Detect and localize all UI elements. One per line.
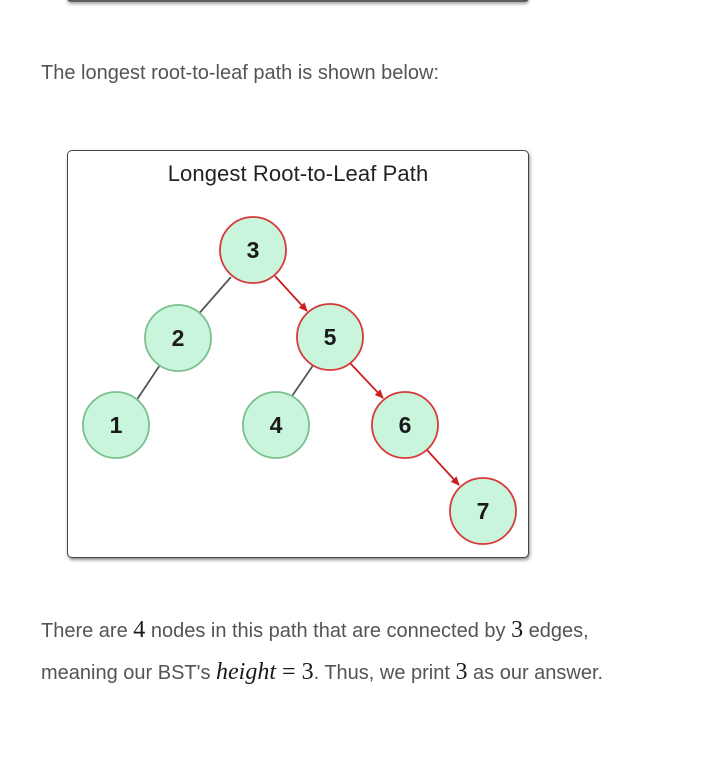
node-label: 3 bbox=[247, 237, 260, 263]
node-label: 6 bbox=[399, 412, 412, 438]
tree-node-1: 1 bbox=[82, 391, 150, 459]
node-label: 1 bbox=[110, 412, 123, 438]
node-label: 2 bbox=[172, 325, 185, 351]
intro-text: The longest root-to-leaf path is shown b… bbox=[41, 62, 439, 84]
explanation-line-2: meaning our BST's height = 3. Thus, we p… bbox=[41, 659, 603, 686]
edge-3-2 bbox=[195, 276, 232, 318]
tree-node-2: 2 bbox=[144, 304, 212, 372]
edge-5-4 bbox=[289, 363, 315, 400]
edge-3-5 bbox=[274, 275, 308, 312]
tree-node-5: 5 bbox=[296, 303, 364, 371]
tree-node-6: 6 bbox=[371, 391, 439, 459]
edge-2-1 bbox=[133, 364, 161, 405]
tree-diagram: 3 2 5 1 4 6 7 bbox=[82, 216, 517, 545]
math-edges-count: 3 bbox=[511, 617, 524, 643]
math-height-variable: height bbox=[216, 659, 277, 685]
math-height-value: 3 bbox=[301, 659, 314, 685]
text-span: edges, bbox=[523, 620, 589, 642]
node-label: 7 bbox=[477, 498, 490, 524]
node-label: 5 bbox=[324, 324, 337, 350]
tree-node-7: 7 bbox=[449, 477, 517, 545]
tree-figure: Longest Root-to-Leaf Path 3 2 5 1 4 6 7 bbox=[67, 150, 529, 558]
explanation-line-1: There are 4 nodes in this path that are … bbox=[41, 617, 589, 644]
edge-6-7 bbox=[426, 449, 460, 486]
node-label: 4 bbox=[270, 412, 283, 438]
text-span: There are bbox=[41, 620, 134, 642]
tree-node-3: 3 bbox=[219, 216, 287, 284]
math-equals: = bbox=[276, 659, 302, 685]
text-span: as our answer. bbox=[467, 662, 604, 684]
math-nodes-count: 4 bbox=[133, 617, 146, 643]
tree-node-4: 4 bbox=[242, 391, 310, 459]
math-answer: 3 bbox=[455, 659, 468, 685]
text-span: meaning our BST's bbox=[41, 662, 217, 684]
previous-figure-bottom-edge bbox=[67, 0, 529, 2]
edge-5-6 bbox=[349, 362, 384, 399]
text-span: . Thus, we print bbox=[313, 662, 456, 684]
text-span: nodes in this path that are connected by bbox=[145, 620, 512, 642]
